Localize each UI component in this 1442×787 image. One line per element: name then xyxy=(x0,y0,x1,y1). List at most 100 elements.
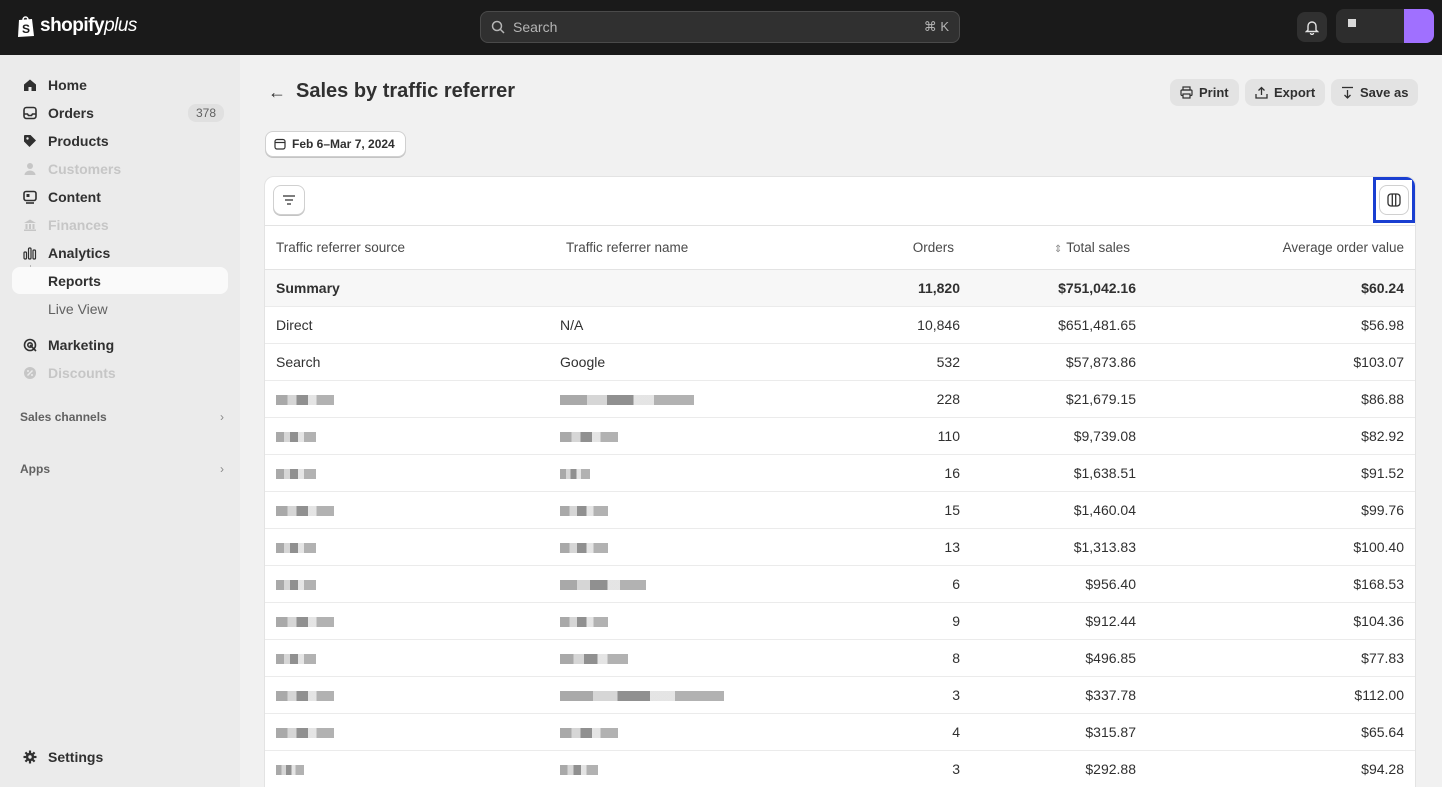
name-cell xyxy=(555,602,851,640)
aov-cell: $94.28 xyxy=(1142,750,1415,787)
date-range-picker[interactable]: Feb 6–Mar 7, 2024 xyxy=(265,131,406,157)
redacted-text xyxy=(276,506,334,517)
column-header-source[interactable]: Traffic referrer source xyxy=(265,225,555,270)
print-button[interactable]: Print xyxy=(1170,79,1239,106)
column-header-name[interactable]: Traffic referrer name xyxy=(555,225,851,270)
sidebar-item-customers[interactable]: Customers xyxy=(12,155,228,182)
sales-channels-section[interactable]: Sales channels › xyxy=(20,410,224,424)
redacted-text xyxy=(276,728,334,739)
summary-aov: $60.24 xyxy=(1142,269,1415,307)
store-menu-button[interactable] xyxy=(1336,9,1434,43)
aov-cell: $56.98 xyxy=(1142,306,1415,344)
source-cell xyxy=(265,565,555,603)
sidebar-item-marketing[interactable]: Marketing xyxy=(12,331,228,358)
sidebar-item-discounts[interactable]: Discounts xyxy=(12,359,228,386)
aov-cell: $112.00 xyxy=(1142,676,1415,714)
gear-icon xyxy=(22,749,38,765)
table-row: 4 $315.87 $65.64 xyxy=(265,713,1415,751)
column-header-total-sales[interactable]: ⇕ Total sales xyxy=(966,225,1142,270)
aov-cell: $100.40 xyxy=(1142,528,1415,566)
back-arrow-icon[interactable]: ← xyxy=(268,82,286,103)
name-cell xyxy=(555,454,851,492)
total-sales-cell: $496.85 xyxy=(966,639,1142,677)
sidebar-item-settings[interactable]: Settings xyxy=(12,743,228,770)
report-table-card: Traffic referrer source Traffic referrer… xyxy=(264,176,1416,787)
name-cell: Google xyxy=(555,343,851,381)
orders-cell: 4 xyxy=(851,713,966,751)
save-down-icon xyxy=(1342,86,1353,99)
column-header-orders[interactable]: Orders xyxy=(851,225,966,270)
edit-columns-button[interactable] xyxy=(1373,177,1415,223)
sidebar-item-reports[interactable]: Reports xyxy=(12,267,228,294)
sidebar-item-label: Orders xyxy=(48,104,94,121)
summary-name-cell xyxy=(555,269,851,307)
table-row: 16 $1,638.51 $91.52 xyxy=(265,454,1415,492)
orders-count-badge: 378 xyxy=(187,103,224,122)
sidebar-item-label: Discounts xyxy=(48,364,116,381)
summary-total-sales: $751,042.16 xyxy=(966,269,1142,307)
redacted-text xyxy=(560,691,724,702)
tag-icon xyxy=(22,133,38,149)
total-sales-cell: $1,460.04 xyxy=(966,491,1142,529)
sidebar-item-label: Products xyxy=(48,132,109,149)
sidebar-item-products[interactable]: Products xyxy=(12,127,228,154)
orders-cell: 16 xyxy=(851,454,966,492)
redacted-text xyxy=(560,617,608,628)
sidebar-item-orders[interactable]: Orders 378 xyxy=(12,99,228,126)
source-cell xyxy=(265,528,555,566)
redacted-text xyxy=(276,765,304,776)
table-row: Search Google 532 $57,873.86 $103.07 xyxy=(265,343,1415,381)
target-icon xyxy=(22,337,38,353)
edit-columns-inner[interactable] xyxy=(1379,185,1409,215)
apps-section[interactable]: Apps › xyxy=(20,462,224,476)
sidebar-item-label: Live View xyxy=(48,300,108,317)
redacted-text xyxy=(560,395,694,406)
calendar-icon xyxy=(274,138,286,150)
sidebar: Home Orders 378 Products Customers Conte… xyxy=(0,55,240,787)
sidebar-item-content[interactable]: Content xyxy=(12,183,228,210)
shopify-plus-logo[interactable]: S shopifyplus xyxy=(16,14,137,38)
redacted-text xyxy=(560,543,608,554)
section-label: Sales channels xyxy=(20,410,107,424)
save-as-button[interactable]: Save as xyxy=(1331,79,1419,106)
source-cell: Direct xyxy=(265,306,555,344)
column-header-label: Total sales xyxy=(1066,240,1130,255)
aov-cell: $65.64 xyxy=(1142,713,1415,751)
sidebar-item-finances[interactable]: Finances xyxy=(12,211,228,238)
orders-cell: 15 xyxy=(851,491,966,529)
content-icon xyxy=(22,189,38,205)
source-cell xyxy=(265,454,555,492)
source-cell xyxy=(265,639,555,677)
column-header-aov[interactable]: Average order value xyxy=(1142,225,1415,270)
redacted-text xyxy=(276,617,334,628)
table-header-row: Traffic referrer source Traffic referrer… xyxy=(265,225,1415,270)
name-cell xyxy=(555,750,851,787)
redacted-text xyxy=(560,506,608,517)
source-cell: Search xyxy=(265,343,555,381)
filter-button[interactable] xyxy=(273,185,305,215)
source-cell xyxy=(265,417,555,455)
table-row: 3 $292.88 $94.28 xyxy=(265,750,1415,787)
aov-cell: $168.53 xyxy=(1142,565,1415,603)
sidebar-item-live-view[interactable]: Live View xyxy=(12,295,228,322)
bell-icon xyxy=(1305,20,1319,35)
sidebar-item-label: Settings xyxy=(48,748,104,765)
export-button[interactable]: Export xyxy=(1245,79,1326,106)
total-sales-cell: $315.87 xyxy=(966,713,1142,751)
redacted-text xyxy=(276,543,316,554)
search-input[interactable] xyxy=(513,19,924,35)
sidebar-item-analytics[interactable]: Analytics xyxy=(12,239,228,266)
printer-icon xyxy=(1180,86,1193,99)
aov-cell: $91.52 xyxy=(1142,454,1415,492)
search-bar[interactable]: ⌘ K xyxy=(480,11,960,43)
shopify-bag-icon: S xyxy=(18,16,34,37)
orders-cell: 3 xyxy=(851,676,966,714)
notifications-button[interactable] xyxy=(1297,12,1327,42)
sidebar-item-home[interactable]: Home xyxy=(12,71,228,98)
columns-icon xyxy=(1387,193,1401,207)
sidebar-item-label: Finances xyxy=(48,216,109,233)
redacted-text xyxy=(276,580,316,591)
sidebar-item-label: Content xyxy=(48,188,101,205)
redacted-text xyxy=(560,728,618,739)
aov-cell: $86.88 xyxy=(1142,380,1415,418)
